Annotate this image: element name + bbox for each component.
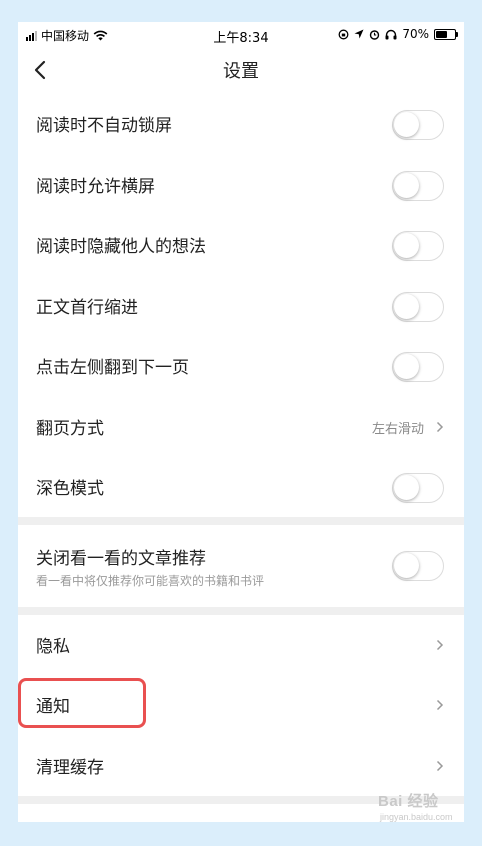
setting-allow-landscape: 阅读时允许横屏	[18, 155, 464, 215]
battery-percent: 70%	[402, 27, 429, 41]
watermark-logo: Bai 经验	[378, 793, 439, 810]
setting-tap-left-next-page: 点击左侧翻到下一页	[18, 336, 464, 396]
chevron-right-icon	[436, 760, 444, 772]
first-line-indent-toggle[interactable]	[392, 292, 444, 322]
setting-label: 隐私	[36, 637, 70, 657]
setting-label: 正文首行缩进	[36, 298, 138, 318]
phone-screen: 中国移动 上午8:34 70% 设置 阅读时不自动锁屏 阅读时允许横屏 阅读时隐…	[18, 22, 464, 822]
setting-disable-recommend: 关闭看一看的文章推荐 看一看中将仅推荐你可能喜欢的书籍和书评	[18, 527, 464, 607]
setting-label: 阅读时允许横屏	[36, 177, 155, 197]
dark-mode-toggle[interactable]	[392, 473, 444, 503]
status-bar: 中国移动 上午8:34 70%	[18, 22, 464, 48]
disable-recommend-toggle[interactable]	[392, 551, 444, 581]
setting-no-auto-lock: 阅读时不自动锁屏	[18, 94, 464, 154]
back-button[interactable]	[26, 52, 62, 88]
allow-landscape-toggle[interactable]	[392, 171, 444, 201]
tap-left-next-page-toggle[interactable]	[392, 352, 444, 382]
section-divider	[18, 517, 464, 525]
setting-subtitle: 看一看中将仅推荐你可能喜欢的书籍和书评	[36, 574, 265, 588]
chevron-right-icon	[436, 699, 444, 711]
setting-label: 阅读时不自动锁屏	[36, 116, 172, 136]
setting-label: 阅读时隐藏他人的想法	[36, 237, 206, 257]
setting-hide-thoughts: 阅读时隐藏他人的想法	[18, 215, 464, 275]
nav-bar: 设置	[18, 48, 464, 92]
no-auto-lock-toggle[interactable]	[392, 110, 444, 140]
setting-page-turn-mode[interactable]: 翻页方式 左右滑动	[18, 397, 464, 457]
chevron-right-icon	[436, 639, 444, 651]
setting-first-line-indent: 正文首行缩进	[18, 276, 464, 336]
chevron-left-icon	[34, 60, 46, 80]
location-icon	[354, 29, 364, 39]
headphones-icon	[385, 29, 397, 39]
page-title: 设置	[223, 61, 259, 82]
page-turn-mode-value: 左右滑动	[371, 422, 424, 437]
alarm-icon	[370, 29, 380, 40]
chevron-right-icon	[436, 421, 444, 433]
status-right: 70%	[338, 27, 458, 41]
setting-dark-mode: 深色模式	[18, 457, 464, 517]
highlight-annotation	[18, 678, 146, 728]
rotation-lock-icon	[338, 29, 349, 39]
setting-label: 深色模式	[36, 479, 104, 499]
setting-label: 清理缓存	[36, 758, 104, 778]
setting-privacy[interactable]: 隐私	[18, 615, 464, 675]
watermark-url: jingyan.baidu.com	[380, 812, 453, 822]
battery-icon	[434, 28, 458, 40]
section-divider	[18, 607, 464, 615]
setting-label: 关闭看一看的文章推荐	[36, 549, 206, 569]
hide-thoughts-toggle[interactable]	[392, 231, 444, 261]
setting-label: 翻页方式	[36, 419, 104, 439]
setting-label: 点击左侧翻到下一页	[36, 358, 189, 378]
setting-clear-cache[interactable]: 清理缓存	[18, 736, 464, 796]
